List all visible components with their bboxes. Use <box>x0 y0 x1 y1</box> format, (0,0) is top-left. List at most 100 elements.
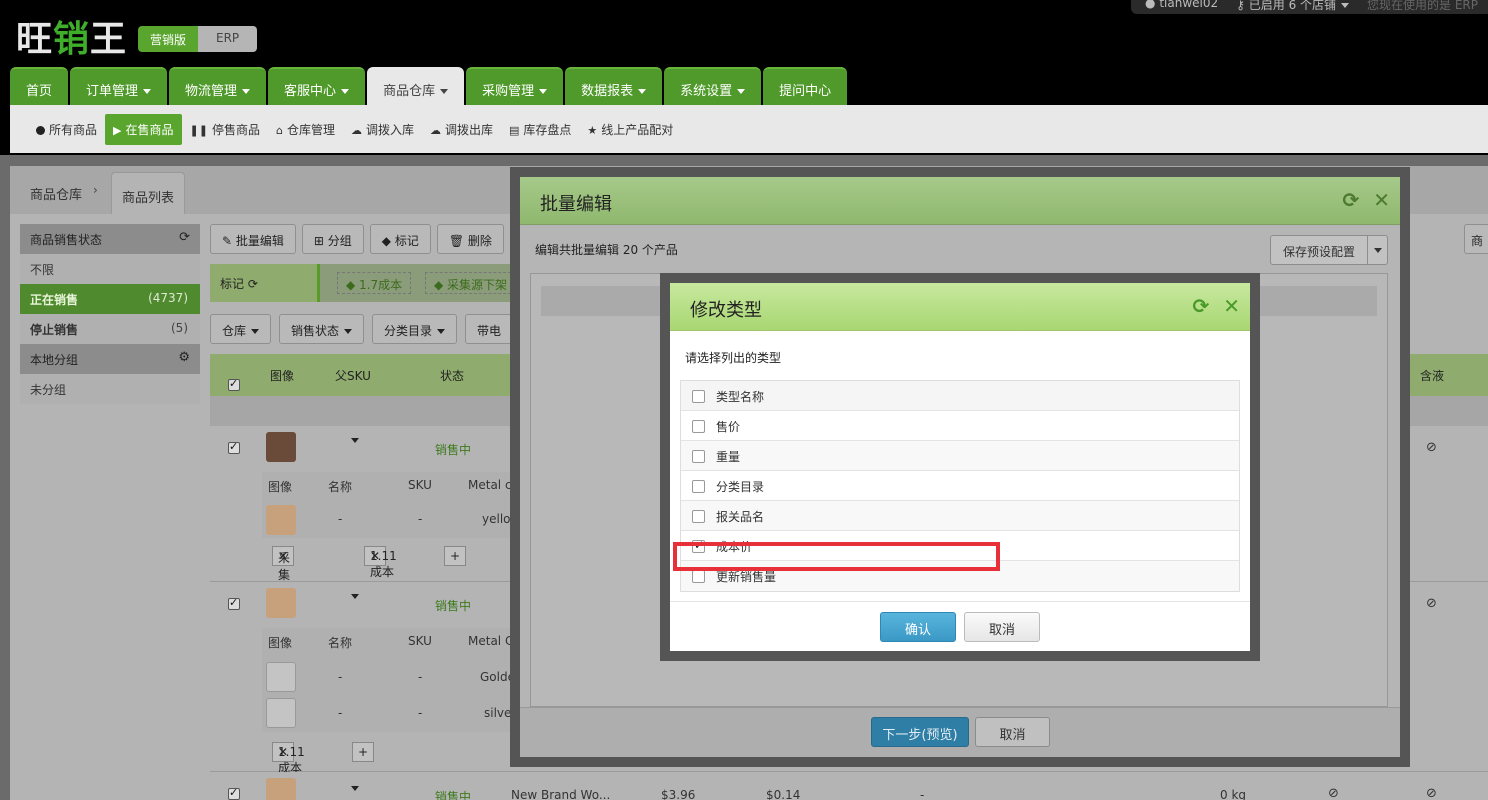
next-preview-button[interactable]: 下一步(预览) <box>871 717 969 747</box>
cloud-download-icon: ☁ <box>350 123 362 137</box>
edition-erp[interactable]: ERP <box>198 26 258 52</box>
nav-purchasing[interactable]: 采购管理 <box>466 67 564 105</box>
edition-switch[interactable]: 营销版 ERP <box>138 26 258 52</box>
select-all-checkbox[interactable] <box>692 390 705 403</box>
usage-notice: 您现在使用的是 ERP <box>1367 0 1478 12</box>
subnav-off-sale[interactable]: ❚❚ 停售商品 <box>182 114 268 145</box>
chevron-down-icon <box>437 329 446 334</box>
refresh-icon[interactable]: ⟳ <box>248 277 258 291</box>
preset-dropdown-toggle[interactable] <box>1368 235 1388 265</box>
breadcrumb-root[interactable]: 商品仓库 <box>30 184 82 203</box>
play-icon: ▶ <box>113 123 122 137</box>
save-preset-button[interactable]: 保存预设配置 <box>1269 235 1368 265</box>
app-logo[interactable]: 旺销王 <box>16 10 127 62</box>
nav-help-center[interactable]: 提问中心 <box>763 67 848 105</box>
chevron-down-icon <box>1341 3 1350 8</box>
circle-icon <box>36 125 45 135</box>
modal-title: 修改类型 <box>690 300 762 321</box>
nav-reports[interactable]: 数据报表 <box>565 67 663 105</box>
electric-filter[interactable]: 带电 <box>465 314 514 344</box>
delete-button[interactable]: 🗑 删除 <box>436 224 504 254</box>
product-price: $3.96 <box>661 788 696 800</box>
chevron-down-icon <box>539 89 548 94</box>
subnav-warehouse-mgmt[interactable]: ⌂ 仓库管理 <box>268 114 343 145</box>
refresh-icon[interactable]: ⟳ <box>1192 294 1209 318</box>
nav-customer-service[interactable]: 客服中心 <box>268 67 366 105</box>
home-icon: ⌂ <box>275 123 283 137</box>
cancel-button[interactable]: 取消 <box>975 717 1050 747</box>
chevron-down-icon <box>1373 248 1382 253</box>
subnav-on-sale[interactable]: ▶ 在售商品 <box>105 113 182 145</box>
chevron-down-icon <box>351 438 359 443</box>
checkbox[interactable] <box>692 480 705 493</box>
main-nav: 首页 订单管理 物流管理 客服中心 商品仓库 采购管理 数据报表 系统设置 提问… <box>10 67 848 105</box>
col-parent-sku[interactable]: 父SKU <box>335 367 371 384</box>
subnav-transfer-in[interactable]: ☁ 调拨入库 <box>343 114 422 145</box>
chevron-down-icon <box>351 786 359 791</box>
refresh-icon[interactable]: ⟳ <box>179 230 190 245</box>
checkbox[interactable] <box>692 570 705 583</box>
ban-icon: ⊘ <box>1426 440 1437 455</box>
cancel-button[interactable]: 取消 <box>964 612 1040 642</box>
subnav-stocktake[interactable]: ▤ 库存盘点 <box>501 114 579 145</box>
nav-home[interactable]: 首页 <box>10 67 69 105</box>
nav-logistics[interactable]: 物流管理 <box>169 67 267 105</box>
type-option-customs-name[interactable]: 报关品名 <box>681 501 1239 531</box>
sidebar-item-stopped[interactable]: 停止销售 (5) <box>20 314 200 344</box>
sidebar-item-unlimited[interactable]: 不限 <box>20 254 200 284</box>
batch-edit-footer: 下一步(预览) 取消 <box>520 707 1400 757</box>
tag-icon: ◆ <box>434 278 448 292</box>
type-option-weight[interactable]: 重量 <box>681 441 1239 471</box>
refresh-icon[interactable]: ⟳ <box>1342 188 1359 212</box>
tag-filter-source[interactable]: ◆ 采集源下架 <box>425 272 517 294</box>
tag-bar-label: 标记 ⟳ <box>210 264 320 302</box>
subnav-online-match[interactable]: ★ 线上产品配对 <box>579 114 681 145</box>
filter-bar: 仓库 销售状态 分类目录 带电 <box>210 314 514 344</box>
nav-settings[interactable]: 系统设置 <box>664 67 762 105</box>
breadcrumb-current[interactable]: 商品列表 <box>111 172 186 214</box>
batch-edit-button[interactable]: ✎ 批量编辑 <box>210 224 296 254</box>
close-icon[interactable]: ✕ <box>1223 294 1240 318</box>
type-option-price[interactable]: 售价 <box>681 411 1239 441</box>
highlight-annotation-box <box>673 542 1000 571</box>
checkbox[interactable] <box>692 420 705 433</box>
right-toolbar-button[interactable]: 商 <box>1464 224 1488 254</box>
close-icon[interactable]: ✕ <box>1373 188 1390 212</box>
sidebar: 商品销售状态 ⟳ 不限 正在销售 (4737) 停止销售 (5) 本地分组 ⚙ 未分组 <box>20 224 200 404</box>
user-name[interactable]: ● tianwei02 <box>1145 0 1218 14</box>
warehouse-filter[interactable]: 仓库 <box>210 314 272 344</box>
tag-filter-cost[interactable]: ◆ 1.7成本 <box>337 272 412 294</box>
modify-type-footer: 确认 取消 <box>670 601 1250 651</box>
chevron-down-icon <box>351 594 359 599</box>
sidebar-item-on-sale[interactable]: 正在销售 (4737) <box>20 284 200 314</box>
chevron-down-icon <box>440 89 449 94</box>
confirm-button[interactable]: 确认 <box>880 612 956 642</box>
subnav-all-products[interactable]: 所有商品 <box>28 114 105 145</box>
key-icon: ⚷ <box>1236 0 1249 12</box>
nav-warehouse[interactable]: 商品仓库 <box>367 67 465 105</box>
sidebar-status-header: 商品销售状态 ⟳ <box>20 224 200 254</box>
mark-button[interactable]: ◆ 标记 <box>369 224 431 254</box>
shop-count[interactable]: ⚷ 已启用 6 个店铺 <box>1236 0 1350 14</box>
nav-orders[interactable]: 订单管理 <box>70 67 168 105</box>
sale-status-filter[interactable]: 销售状态 <box>279 314 365 344</box>
modify-type-modal: 修改类型 ⟳ ✕ 请选择列出的类型 类型名称 售价 重量 分类目录 报关品名 成… <box>660 273 1260 661</box>
tag-bar: 标记 ⟳ ◆ 1.7成本 ◆ 采集源下架 <box>210 264 520 302</box>
gear-icon[interactable]: ⚙ <box>178 350 190 365</box>
user-icon: ● <box>1145 0 1160 10</box>
type-option-header[interactable]: 类型名称 <box>681 381 1239 411</box>
product-title[interactable]: New Brand Wo... <box>511 788 610 800</box>
chevron-down-icon <box>344 329 353 334</box>
sidebar-item-ungrouped[interactable]: 未分组 <box>20 374 200 404</box>
ban-icon: ⊘ <box>1328 786 1339 800</box>
pause-icon: ❚❚ <box>189 123 208 137</box>
checkbox[interactable] <box>692 450 705 463</box>
group-button[interactable]: ⊞ 分组 <box>301 224 364 254</box>
modal-title: 批量编辑 <box>540 194 612 215</box>
checkbox[interactable] <box>692 510 705 523</box>
category-filter[interactable]: 分类目录 <box>372 314 458 344</box>
subnav-transfer-out[interactable]: ☁ 调拨出库 <box>422 114 501 145</box>
type-option-category[interactable]: 分类目录 <box>681 471 1239 501</box>
chevron-down-icon <box>638 89 647 94</box>
edition-marketing[interactable]: 营销版 <box>138 26 199 52</box>
